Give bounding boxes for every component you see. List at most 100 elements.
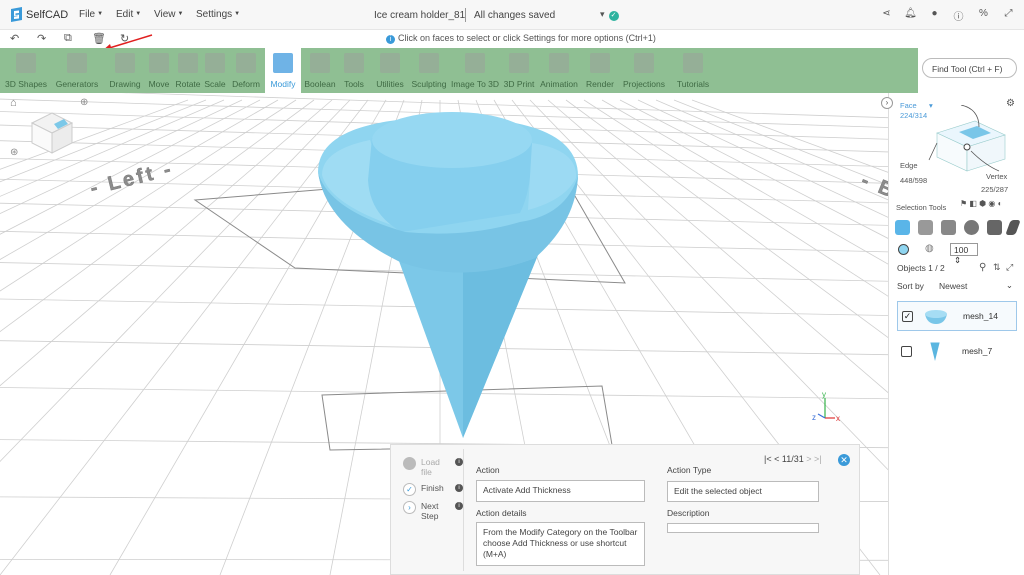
select-box-icon[interactable] <box>941 220 956 235</box>
undo-icon[interactable]: ↶ <box>10 32 19 45</box>
sort-select[interactable]: Newest ⌄ <box>933 279 1017 292</box>
project-name[interactable]: Ice cream holder_81 <box>374 10 465 21</box>
tutorial-step-next[interactable]: › Next Step i <box>403 501 463 521</box>
tool-utilities[interactable]: Utilities <box>372 48 408 93</box>
fullscreen-icon[interactable]: ⤢ <box>1002 8 1015 21</box>
vertex-mode-label[interactable]: Vertex <box>986 172 1007 181</box>
tool-deform[interactable]: Deform <box>229 48 263 93</box>
step-label: Next Step <box>421 501 439 521</box>
brush-size-stepper[interactable]: 100 ⇕ <box>950 243 978 265</box>
svg-text:y: y <box>822 390 826 399</box>
tool-projections[interactable]: Projections <box>621 48 667 93</box>
tool-animation[interactable]: Animation <box>538 48 580 93</box>
camera-rotate-icon[interactable]: ⊕ <box>80 97 88 108</box>
share-icon[interactable]: ⋖ <box>880 8 893 21</box>
tool-3d-print-icon <box>509 53 529 73</box>
tool-label: Deform <box>232 79 260 89</box>
tool-image-to-3d[interactable]: Image To 3D <box>451 48 499 93</box>
object-item-mesh-7[interactable]: mesh_7 <box>897 336 1017 366</box>
tutorial-step-load-file[interactable]: Load file i <box>403 457 463 477</box>
tool-3d-shapes[interactable]: 3D Shapes <box>3 48 49 93</box>
filter-icon[interactable]: ⇅ <box>993 262 1001 273</box>
tool-tools[interactable]: Tools <box>339 48 369 93</box>
expand-icon[interactable]: ⤢ <box>1006 262 1013 273</box>
chevron-down-icon: ▼ <box>135 11 142 18</box>
tool-rotate[interactable]: Rotate <box>174 48 202 93</box>
face-mode-label[interactable]: Face <box>900 101 917 110</box>
grid-line <box>0 99 225 197</box>
brush-circle-icon[interactable] <box>898 244 909 255</box>
prev-page-icon[interactable]: < <box>774 454 779 464</box>
tool-label: Move <box>148 79 170 89</box>
tool-label: Generators <box>55 79 99 89</box>
tool-label: Sculpting <box>411 79 447 89</box>
hint-text: i Click on faces to select or click Setti… <box>386 33 656 44</box>
chevron-down-icon: ▾ <box>600 9 605 19</box>
units-percent-icon[interactable]: % <box>977 8 990 21</box>
menu-file-label: File <box>79 9 96 20</box>
last-page-icon[interactable]: >| <box>814 454 822 464</box>
info-icon[interactable]: i <box>455 458 463 466</box>
select-plane-icon[interactable] <box>1005 220 1021 235</box>
close-icon[interactable]: ✕ <box>838 454 850 466</box>
copy-icon[interactable]: ⧉ <box>64 32 72 45</box>
tool-move[interactable]: Move <box>146 48 172 93</box>
cylinder-top <box>372 112 532 168</box>
mesh-thumbnail-bowl <box>925 310 947 324</box>
menu-file[interactable]: File ▼ <box>79 9 103 20</box>
object-item-mesh-14[interactable]: ✓ mesh_14 <box>897 301 1017 331</box>
object-checkbox[interactable]: ✓ <box>902 310 913 322</box>
tool-tutorials[interactable]: Tutorials <box>670 48 716 93</box>
tutorial-step-finish[interactable]: ✓ Finish i <box>403 483 463 496</box>
redo-icon[interactable]: ↷ <box>37 32 46 45</box>
tool-scale[interactable]: Scale <box>203 48 227 93</box>
search-icon[interactable]: ⚲ <box>979 262 986 273</box>
info-icon: i <box>386 35 395 44</box>
viewport-label-back: - Back <box>858 169 888 219</box>
app-name: SelfCAD <box>26 8 69 21</box>
menu-view-label: View <box>154 9 176 20</box>
selection-tools-label: Selection Tools <box>896 203 947 212</box>
select-solid-icon[interactable] <box>987 220 1002 235</box>
tool-sculpting[interactable]: Sculpting <box>410 48 448 93</box>
save-status-control[interactable]: ▾ ✓ <box>600 9 619 21</box>
home-view-icon[interactable]: ⌂ <box>10 97 17 109</box>
edge-mode-label[interactable]: Edge <box>900 161 918 170</box>
tool-label: 3D Shapes <box>4 79 48 89</box>
tool-3d-print[interactable]: 3D Print <box>502 48 536 93</box>
collapse-panel-icon[interactable]: › <box>881 97 893 109</box>
objects-count: Objects 1 / 2 <box>897 263 945 273</box>
tool-boolean[interactable]: Boolean <box>303 48 337 93</box>
selfcad-logo-icon <box>11 7 22 22</box>
tool-drawing[interactable]: Drawing <box>106 48 144 93</box>
orbit-icon[interactable]: ⊛ <box>10 147 18 158</box>
step-label: Load file <box>421 457 440 477</box>
menu-settings[interactable]: Settings ▼ <box>196 9 240 20</box>
info-icon[interactable]: ⓘ <box>952 8 965 23</box>
selection-mini-tools[interactable]: ⚑ ◧ ⬢ ◉ ◐ <box>960 199 1002 208</box>
user-icon[interactable]: ● <box>928 8 941 21</box>
view-cube-icon[interactable] <box>28 107 76 155</box>
tool-modify[interactable]: Modify <box>265 48 301 93</box>
select-grid-icon[interactable] <box>918 220 933 235</box>
tutorial-pager: |< < 11/31 > >| <box>764 454 822 464</box>
menu-edit[interactable]: Edit ▼ <box>116 9 141 20</box>
menu-view[interactable]: View ▼ <box>154 9 183 20</box>
tool-generators-icon <box>67 53 87 73</box>
tool-generators[interactable]: Generators <box>52 48 102 93</box>
tool-render[interactable]: Render <box>582 48 618 93</box>
sort-value: Newest <box>939 281 968 291</box>
info-icon[interactable]: i <box>455 502 463 510</box>
next-page-icon[interactable]: > <box>806 454 811 464</box>
info-icon[interactable]: i <box>455 484 463 492</box>
brush-pattern-icon[interactable]: ◍ <box>925 243 934 254</box>
object-checkbox[interactable] <box>901 345 912 357</box>
first-page-icon[interactable]: |< <box>764 454 772 464</box>
select-cube-icon[interactable] <box>895 220 910 235</box>
logo[interactable]: SelfCAD <box>10 7 68 22</box>
grid-line <box>0 99 351 462</box>
find-tool-input[interactable]: Find Tool (Ctrl + F) <box>922 58 1017 78</box>
notifications-bell-icon[interactable]: 🔔︎ <box>904 8 917 21</box>
select-sphere-icon[interactable] <box>964 220 979 235</box>
selection-mode-diagram[interactable] <box>919 105 1019 175</box>
